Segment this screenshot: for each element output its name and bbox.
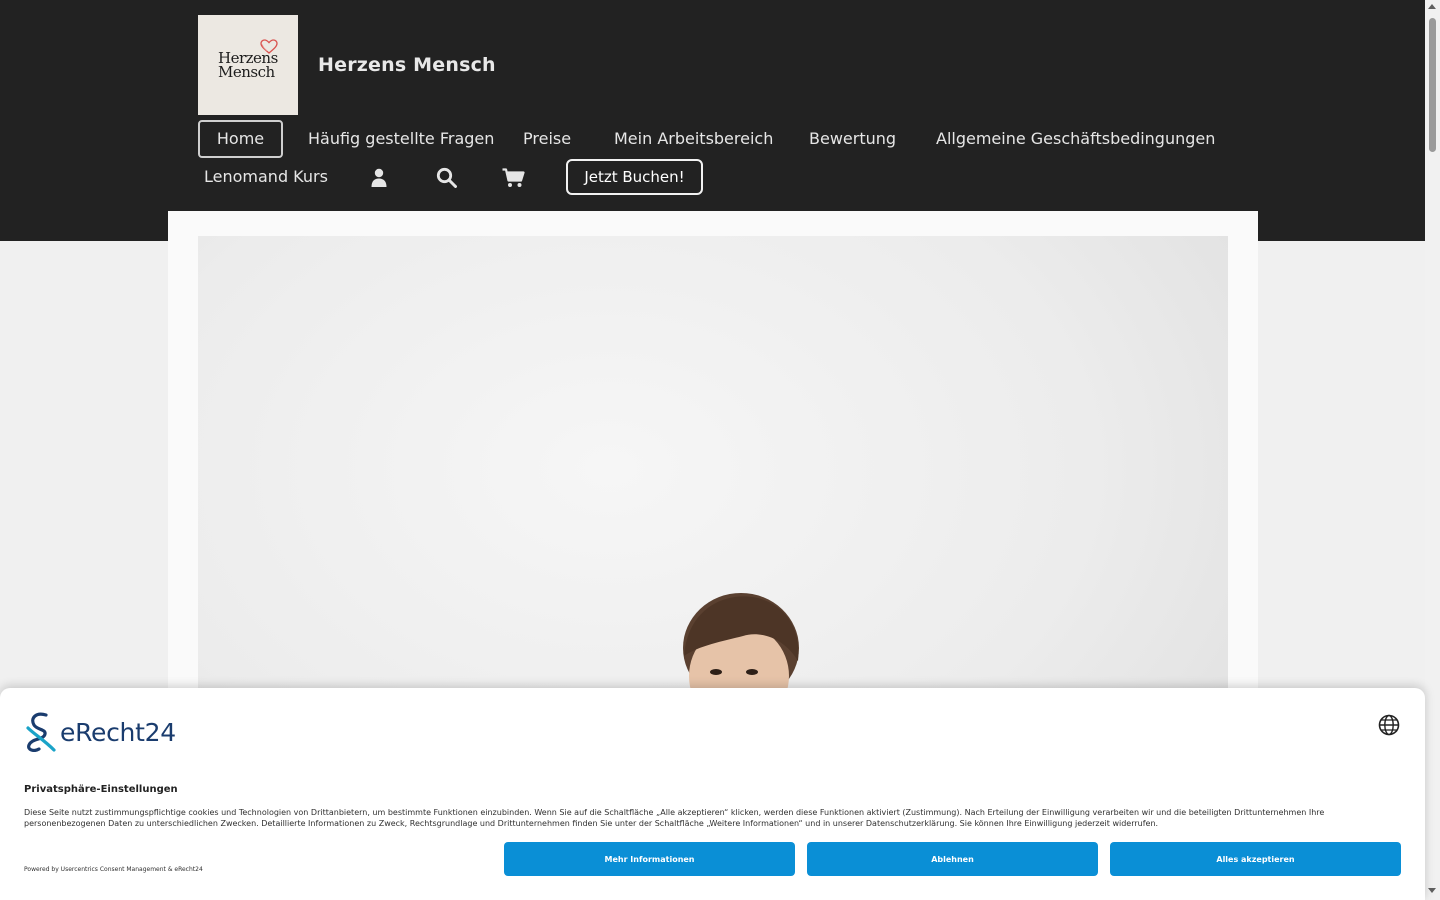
globe-icon[interactable] bbox=[1378, 714, 1400, 736]
site-header: Herzens Mensch Herzens Mensch Home Häufi… bbox=[0, 0, 1425, 241]
consent-banner: eRecht24 Privatsphäre-Einstellungen Dies… bbox=[0, 688, 1425, 900]
decline-button[interactable]: Ablehnen bbox=[807, 842, 1098, 876]
scroll-up-arrow[interactable] bbox=[1428, 4, 1436, 9]
nav-terms[interactable]: Allgemeine Geschäftsbedingungen bbox=[936, 129, 1215, 149]
book-now-button[interactable]: Jetzt Buchen! bbox=[566, 159, 703, 195]
site-title[interactable]: Herzens Mensch bbox=[318, 54, 496, 76]
nav-home[interactable]: Home bbox=[198, 120, 283, 158]
erecht24-mark-icon bbox=[26, 712, 56, 752]
scroll-thumb[interactable] bbox=[1429, 18, 1436, 152]
page-scrollbar[interactable] bbox=[1425, 0, 1440, 900]
logo-line-2: Mensch bbox=[218, 63, 275, 81]
site-logo[interactable]: Herzens Mensch bbox=[198, 15, 298, 115]
erecht24-logo: eRecht24 bbox=[24, 712, 176, 752]
powered-by-text: Powered by Usercentrics Consent Manageme… bbox=[24, 866, 203, 873]
more-info-button[interactable]: Mehr Informationen bbox=[504, 842, 795, 876]
logo-text: Herzens Mensch bbox=[218, 51, 278, 81]
nav-course[interactable]: Lenomand Kurs bbox=[204, 167, 328, 187]
nav-review[interactable]: Bewertung bbox=[809, 129, 896, 149]
scroll-down-arrow[interactable] bbox=[1428, 888, 1436, 893]
consent-title: Privatsphäre-Einstellungen bbox=[24, 784, 178, 795]
nav-workspace[interactable]: Mein Arbeitsbereich bbox=[614, 129, 773, 149]
cart-icon[interactable] bbox=[502, 168, 525, 188]
nav-prices[interactable]: Preise bbox=[523, 129, 571, 149]
accept-all-button[interactable]: Alles akzeptieren bbox=[1110, 842, 1401, 876]
search-icon[interactable] bbox=[436, 167, 457, 188]
consent-description: Diese Seite nutzt zustimmungspflichtige … bbox=[24, 808, 1325, 828]
nav-faq[interactable]: Häufig gestellte Fragen bbox=[308, 129, 494, 149]
erecht24-wordmark: eRecht24 bbox=[60, 717, 176, 747]
user-icon[interactable] bbox=[371, 168, 387, 188]
